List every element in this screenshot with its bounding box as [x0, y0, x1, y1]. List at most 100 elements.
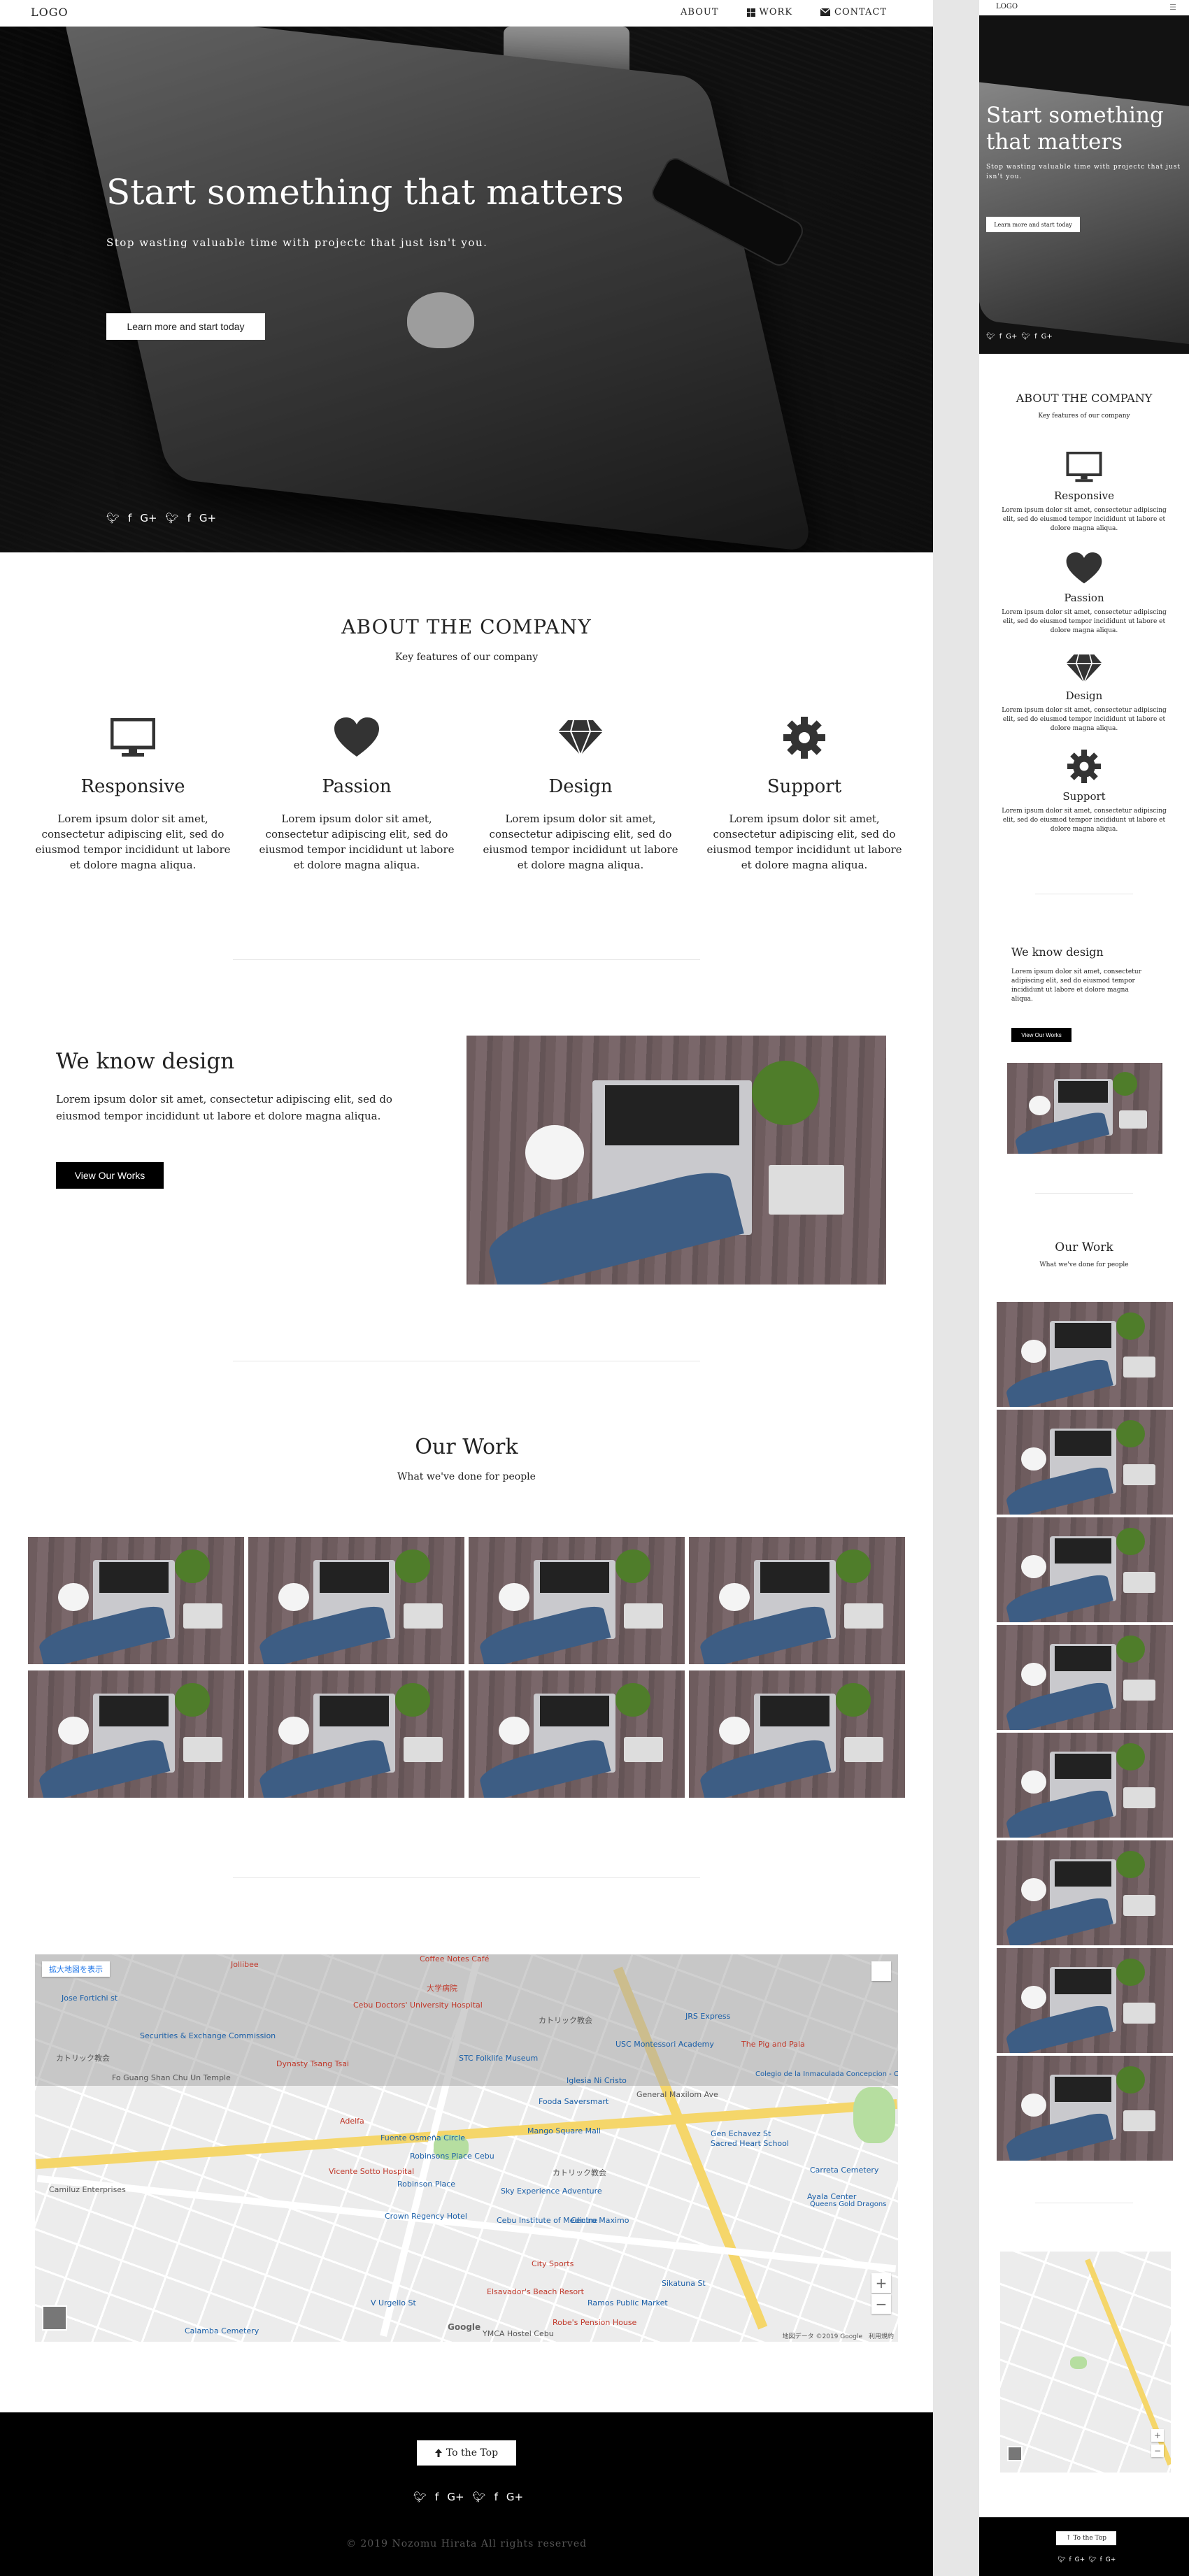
work-thumbnail[interactable]	[248, 1670, 464, 1798]
windows-icon	[746, 8, 755, 17]
google-map[interactable]: Jollibee Coffee Notes Café 大学病院 Cebu Doc…	[35, 1954, 898, 2342]
hero-cta-button[interactable]: Learn more and start today	[106, 313, 265, 340]
mobile-work-thumbnail[interactable]	[997, 1410, 1173, 1515]
map-label: Iglesia Ni Cristo	[567, 2076, 627, 2085]
about-subtitle: Key features of our company	[394, 652, 539, 663]
mobile-map-canvas: + −	[1000, 2252, 1171, 2473]
map-satellite-toggle[interactable]	[42, 2305, 67, 2331]
google-plus-icon[interactable]: G+	[1106, 2556, 1116, 2563]
map-label: 大学病院	[427, 1984, 457, 1993]
facebook-icon[interactable]: f	[1100, 2556, 1102, 2563]
feature-text: Lorem ipsum dolor sit amet, consectetur …	[1002, 609, 1167, 634]
google-plus-icon[interactable]: G+	[1075, 2556, 1085, 2563]
work-title: Our Work	[415, 1435, 518, 1459]
map-label: Sky Experience Adventure	[501, 2187, 602, 2196]
zoom-in-button[interactable]: +	[871, 2273, 891, 2293]
facebook-icon[interactable]: f	[1069, 2556, 1071, 2563]
about-title: ABOUT THE COMPANY	[341, 615, 592, 638]
mobile-work-thumbnail[interactable]	[997, 1517, 1173, 1622]
google-plus-icon[interactable]: G+	[1006, 333, 1017, 341]
facebook-icon[interactable]: f	[187, 512, 191, 524]
mobile-work-thumbnail[interactable]	[997, 1840, 1173, 1945]
zoom-out-button[interactable]: −	[871, 2294, 891, 2314]
mobile-work-thumbnail[interactable]	[997, 1625, 1173, 1730]
to-top-button[interactable]: To the Top	[417, 2440, 516, 2466]
hamburger-icon[interactable]: ☰	[1169, 3, 1176, 12]
mobile-page: LOGO ☰ Start something that matters Stop…	[979, 0, 1189, 2576]
mobile-work-thumbnail[interactable]	[997, 2056, 1173, 2161]
zoom-in-button[interactable]: +	[1151, 2429, 1164, 2442]
google-plus-icon[interactable]: G+	[447, 2491, 464, 2503]
twitter-icon[interactable]: 🐦︎	[473, 2491, 486, 2503]
map-label: カトリック教会	[539, 2016, 592, 2025]
feature-title: Responsive	[1053, 489, 1114, 502]
zoom-out-button[interactable]: −	[1151, 2445, 1164, 2457]
nav-contact[interactable]: CONTACT	[820, 7, 887, 17]
mobile-hero-cta-button[interactable]: Learn more and start today	[986, 217, 1080, 232]
facebook-icon[interactable]: f	[128, 512, 131, 524]
work-thumbnail[interactable]	[28, 1670, 244, 1798]
facebook-icon[interactable]: f	[1034, 333, 1037, 341]
google-plus-icon[interactable]: G+	[140, 512, 157, 524]
map-enlarge-link[interactable]: 拡大地図を表示	[42, 1961, 110, 1977]
features-row: Responsive Lorem ipsum dolor sit amet, c…	[21, 713, 916, 873]
map-label: STC Folklife Museum	[459, 2054, 539, 2063]
map-label: Gen Echavez St	[711, 2129, 771, 2138]
mobile-view-works-button[interactable]: View Our Works	[1011, 1028, 1071, 1042]
twitter-icon[interactable]: 🐦︎	[1088, 2556, 1096, 2563]
facebook-icon[interactable]: f	[435, 2491, 439, 2503]
mobile-logo[interactable]: LOGO	[996, 3, 1018, 10]
mobile-work-thumbnail[interactable]	[997, 1302, 1173, 1407]
desk-photo	[467, 1036, 886, 1285]
twitter-icon[interactable]: 🐦︎	[106, 512, 120, 524]
work-thumbnail[interactable]	[469, 1670, 685, 1798]
view-works-button[interactable]: View Our Works	[56, 1162, 164, 1189]
work-thumbnail[interactable]	[28, 1537, 244, 1664]
facebook-icon[interactable]: f	[999, 333, 1002, 341]
work-thumbnail[interactable]	[248, 1537, 464, 1664]
nav-work[interactable]: WORK	[746, 7, 793, 17]
google-plus-icon[interactable]: G+	[199, 512, 216, 524]
know-design-text: Lorem ipsum dolor sit amet, consectetur …	[56, 1093, 392, 1122]
mobile-know-design-title: We know design	[1011, 945, 1104, 959]
map-label: Crown Regency Hotel	[385, 2212, 467, 2221]
envelope-icon	[820, 8, 831, 16]
logo[interactable]: LOGO	[31, 6, 69, 19]
arrow-up-icon: ↑	[1065, 2535, 1074, 2542]
know-design-title: We know design	[56, 1049, 235, 1074]
nav-about[interactable]: ABOUT	[681, 7, 718, 17]
copyright-text: © 2019 Nozomu Hirata All rights reserved	[346, 2538, 588, 2549]
gear-icon	[1067, 750, 1101, 783]
work-thumbnail[interactable]	[689, 1670, 905, 1798]
hero-subtitle: Stop wasting valuable time with projectc…	[106, 236, 488, 249]
twitter-icon[interactable]: 🐦︎	[986, 333, 995, 341]
feature-text: Lorem ipsum dolor sit amet, consectetur …	[259, 813, 455, 871]
facebook-icon[interactable]: f	[494, 2491, 498, 2503]
twitter-icon[interactable]: 🐦︎	[1021, 333, 1030, 341]
map-satellite-toggle[interactable]	[1007, 2446, 1023, 2461]
google-plus-icon[interactable]: G+	[506, 2491, 523, 2503]
mobile-section-divider	[1035, 1193, 1133, 1194]
work-thumbnail[interactable]	[689, 1537, 905, 1664]
map-copyright[interactable]: 地図データ ©2019 Google 利用規約	[783, 2331, 894, 2340]
feature-title: Support	[767, 776, 842, 797]
twitter-icon[interactable]: 🐦︎	[1058, 2556, 1065, 2563]
nav-work-label: WORK	[759, 7, 793, 17]
top-navbar: LOGO ABOUT WORK CONTACT	[0, 0, 933, 27]
map-label: Ramos Public Market	[588, 2298, 668, 2307]
map-label: Fo Guang Shan Chu Un Temple	[112, 2073, 231, 2082]
nav-contact-label: CONTACT	[834, 7, 887, 17]
twitter-icon[interactable]: 🐦︎	[166, 512, 179, 524]
mobile-google-map[interactable]: + −	[1000, 2252, 1171, 2473]
twitter-icon[interactable]: 🐦︎	[413, 2491, 427, 2503]
mobile-work-thumbnail[interactable]	[997, 1733, 1173, 1838]
google-plus-icon[interactable]: G+	[1041, 333, 1053, 341]
map-label: Coffee Notes Café	[420, 1954, 490, 1963]
mobile-footer-social-links: 🐦︎ f G+ 🐦︎ f G+	[1058, 2556, 1116, 2563]
map-label: Securities & Exchange Commission	[140, 2031, 276, 2040]
work-thumbnail[interactable]	[469, 1537, 685, 1664]
mobile-to-top-button[interactable]: ↑ To the Top	[1056, 2531, 1116, 2545]
mobile-work-thumbnail[interactable]	[997, 1948, 1173, 2053]
street-view-pegman-icon[interactable]	[871, 1961, 891, 1981]
feature-design: Design Lorem ipsum dolor sit amet, conse…	[469, 713, 692, 873]
